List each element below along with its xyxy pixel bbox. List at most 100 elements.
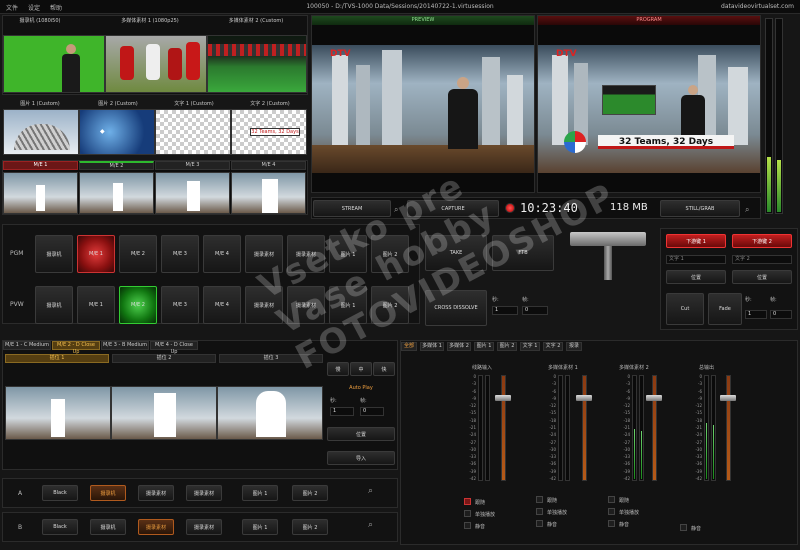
pgm-btn-0[interactable]: 摄录机 xyxy=(35,235,73,273)
tbar-stem[interactable] xyxy=(604,246,612,280)
b-btn-2[interactable]: 摄录素材 xyxy=(138,519,174,535)
trans-frame-input[interactable]: 0 xyxy=(522,306,548,315)
capture-button[interactable]: CAPTURE xyxy=(407,200,499,217)
pgm-btn-4[interactable]: M/E 4 xyxy=(203,235,241,273)
b-btn-3[interactable]: 摄录素材 xyxy=(186,519,222,535)
audio-tab-text1[interactable]: 文字 1 xyxy=(520,342,540,351)
me-thumb-1[interactable] xyxy=(3,172,78,214)
audio-tab-all[interactable]: 全部 xyxy=(401,342,417,351)
me-slot-2[interactable]: 插位 2 xyxy=(112,354,216,363)
b-btn-0[interactable]: Black xyxy=(42,519,78,535)
dsk1-position-button[interactable]: 位置 xyxy=(666,270,726,284)
pgm-btn-7[interactable]: 图片 1 xyxy=(329,235,367,273)
audio-tab-image1[interactable]: 图片 1 xyxy=(474,342,494,351)
ch2-mute-checkbox[interactable] xyxy=(536,520,543,527)
me-panel-tab-4[interactable]: M/E 4 - D Close Up xyxy=(150,341,198,355)
b-btn-1[interactable]: 摄录机 xyxy=(90,519,126,535)
me-position-button[interactable]: 位置 xyxy=(327,427,395,441)
pvw-btn-2[interactable]: M/E 2 xyxy=(119,286,157,324)
pvw-btn-4[interactable]: M/E 4 xyxy=(203,286,241,324)
autoplay-toggle[interactable]: Auto Play xyxy=(327,385,395,391)
me-tab-2[interactable]: M/E 2 xyxy=(79,161,154,170)
pgm-btn-1[interactable]: M/E 1 xyxy=(77,235,115,273)
b-row-search-icon[interactable]: ⌕ xyxy=(368,520,373,530)
dsk-fade-button[interactable]: Fade xyxy=(708,293,742,325)
take-button[interactable]: TAKE xyxy=(425,235,487,271)
a-row-search-icon[interactable]: ⌕ xyxy=(368,486,373,496)
ch3-fader-knob[interactable] xyxy=(646,395,662,401)
me-slot-3[interactable]: 插位 3 xyxy=(219,354,323,363)
audio-tab-image2[interactable]: 图片 2 xyxy=(497,342,517,351)
pvw-btn-6[interactable]: 摄录素材 xyxy=(287,286,325,324)
mix-fader-knob[interactable] xyxy=(720,395,736,401)
me-thumb-3[interactable] xyxy=(155,172,230,214)
mix-fader-track[interactable] xyxy=(726,375,731,481)
me-slot-1-thumb[interactable] xyxy=(5,386,111,440)
me-frame-input[interactable]: 0 xyxy=(360,407,384,416)
dsk-frame-input[interactable]: 0 xyxy=(770,310,792,319)
a-btn-2[interactable]: 摄录素材 xyxy=(138,485,174,501)
me-panel-tab-2[interactable]: M/E 2 - D Close Up xyxy=(52,341,100,355)
thumb-media1[interactable] xyxy=(105,35,207,93)
stream-search-icon[interactable]: ⌕ xyxy=(394,205,398,215)
me-tab-1[interactable]: M/E 1 xyxy=(3,161,78,170)
ch3-mute-checkbox[interactable] xyxy=(608,520,615,527)
a-btn-1[interactable]: 摄录机 xyxy=(90,485,126,501)
dsk2-button[interactable]: 下游键 2 xyxy=(732,234,792,248)
b-btn-4[interactable]: 图片 1 xyxy=(242,519,278,535)
thumb-media2[interactable] xyxy=(207,35,307,93)
ch1-solo-checkbox[interactable] xyxy=(464,510,471,517)
ftb-button[interactable]: FTB xyxy=(492,235,554,271)
me-thumb-4[interactable] xyxy=(231,172,306,214)
a-btn-0[interactable]: Black xyxy=(42,485,78,501)
ch2-follow-checkbox[interactable] xyxy=(536,496,543,503)
ch1-fader-knob[interactable] xyxy=(495,395,511,401)
pgm-btn-8[interactable]: 图片 2 xyxy=(371,235,409,273)
pgm-btn-2[interactable]: M/E 2 xyxy=(119,235,157,273)
tbar-handle[interactable] xyxy=(570,232,646,246)
dsk1-button[interactable]: 下游键 1 xyxy=(666,234,726,248)
dsk-cut-button[interactable]: Cut xyxy=(666,293,704,325)
pvw-btn-7[interactable]: 图片 1 xyxy=(329,286,367,324)
ch3-solo-checkbox[interactable] xyxy=(608,508,615,515)
ch2-fader-knob[interactable] xyxy=(576,395,592,401)
speed-slow-button[interactable]: 慢 xyxy=(327,362,349,376)
thumb-camera[interactable] xyxy=(3,35,105,93)
me-panel-tab-1[interactable]: M/E 1 - C Medium xyxy=(3,341,51,350)
pvw-btn-1[interactable]: M/E 1 xyxy=(77,286,115,324)
me-thumb-2[interactable] xyxy=(79,172,154,214)
master-mute-checkbox[interactable] xyxy=(680,524,687,531)
pgm-btn-5[interactable]: 摄录素材 xyxy=(245,235,283,273)
trans-sec-input[interactable]: 1 xyxy=(492,306,518,315)
thumb-text1[interactable] xyxy=(155,109,231,155)
pvw-btn-0[interactable]: 摄录机 xyxy=(35,286,73,324)
stream-button[interactable]: STREAM xyxy=(313,200,391,217)
me-tab-3[interactable]: M/E 3 xyxy=(155,161,230,170)
cross-dissolve-button[interactable]: CROSS DISSOLVE xyxy=(425,290,487,326)
ch3-fader-track[interactable] xyxy=(652,375,657,481)
a-btn-4[interactable]: 图片 1 xyxy=(242,485,278,501)
me-tab-4[interactable]: M/E 4 xyxy=(231,161,306,170)
dsk2-position-button[interactable]: 位置 xyxy=(732,270,792,284)
thumb-image2[interactable]: ◆ xyxy=(79,109,155,155)
audio-tab-record[interactable]: 报录 xyxy=(566,342,582,351)
pgm-btn-6[interactable]: 摄录素材 xyxy=(287,235,325,273)
a-btn-3[interactable]: 摄录素材 xyxy=(186,485,222,501)
dsk1-source-select[interactable]: 文字 1 xyxy=(666,255,726,264)
ch2-fader-track[interactable] xyxy=(582,375,587,481)
dsk-sec-input[interactable]: 1 xyxy=(745,310,767,319)
speed-fast-button[interactable]: 快 xyxy=(373,362,395,376)
b-btn-5[interactable]: 图片 2 xyxy=(292,519,328,535)
audio-tab-media2[interactable]: 多媒体 2 xyxy=(447,342,471,351)
audio-tab-text2[interactable]: 文字 2 xyxy=(543,342,563,351)
ch1-follow-checkbox[interactable] xyxy=(464,498,471,505)
dsk2-source-select[interactable]: 文字 2 xyxy=(732,255,792,264)
me-slot-1[interactable]: 插位 1 xyxy=(5,354,109,363)
me-slot-3-thumb[interactable] xyxy=(217,386,323,440)
ch1-fader-track[interactable] xyxy=(501,375,506,481)
audio-tab-media1[interactable]: 多媒体 1 xyxy=(420,342,444,351)
still-search-icon[interactable]: ⌕ xyxy=(745,205,749,215)
ch3-follow-checkbox[interactable] xyxy=(608,496,615,503)
pgm-btn-3[interactable]: M/E 3 xyxy=(161,235,199,273)
thumb-text2[interactable]: 32 Teams, 32 Days xyxy=(231,109,307,155)
